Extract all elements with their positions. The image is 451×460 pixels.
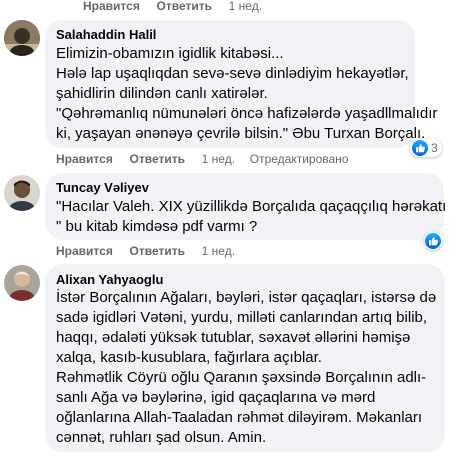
comment-text-line: Hələ lap uşaqlıqdan sevə-sevə dinlədiyim… <box>56 65 409 82</box>
comment-text-line: Rəhmətlik Cöyrü oğlu Qaranın şəxsində Bo… <box>56 369 427 386</box>
comment-author[interactable]: Salahaddin Halil <box>56 27 156 42</box>
reply-link[interactable]: Ответить <box>157 0 212 13</box>
reaction-number: 3 <box>431 141 438 155</box>
comment-text-line: " bu kitab kimdəsə pdf varmı ? <box>56 218 258 235</box>
timestamp[interactable]: 1 нед. <box>229 0 262 13</box>
avatar[interactable] <box>4 265 40 301</box>
comment-text-line: "Hacılar Valeh. XIX yüzillikdə Borçalıda… <box>56 198 447 215</box>
avatar[interactable] <box>4 175 40 211</box>
like-reaction-icon <box>425 233 441 249</box>
top-comment-actions: Нравится Ответить 1 нед. <box>83 0 262 13</box>
reply-link[interactable]: Ответить <box>130 152 185 166</box>
comment-text-line: haqqı, ədaləti yüksək tutublar, səxavət … <box>56 329 411 346</box>
comment-text-line: Elimizin-obamızın igidlik kitabəsi... <box>56 45 284 62</box>
like-link[interactable]: Нравится <box>56 152 113 166</box>
comment-text-line: cənnət, ruhları şad olsun. Amin. <box>56 429 267 446</box>
comment-text-line: "Qəhrəmanlıq nümunələri öncə hafizələrdə… <box>56 105 438 122</box>
comment-author[interactable]: Tuncay Vəliyev <box>56 180 149 195</box>
like-link[interactable]: Нравится <box>83 0 140 13</box>
avatar-photo <box>4 175 40 211</box>
avatar-photo <box>4 20 40 56</box>
like-reaction-icon <box>412 140 428 156</box>
comment-text-line: şahidlirin dilindən canlı xatirələr. <box>56 85 268 102</box>
comment-author[interactable]: Alixan Yahyaoglu <box>56 272 163 287</box>
timestamp[interactable]: 1 нед. <box>202 244 235 258</box>
comment-text-line: sanlı Ağa və bəylərinə, igid qaçaqlarına… <box>56 389 376 406</box>
reaction-count[interactable] <box>424 232 442 250</box>
avatar-photo <box>4 265 40 301</box>
comment-text-line: xalqa, kasıb-kusublara, fağırlara açıbla… <box>56 349 322 366</box>
edited-label[interactable]: Отредактировано <box>250 152 349 166</box>
reply-link[interactable]: Ответить <box>130 244 185 258</box>
like-link[interactable]: Нравится <box>56 244 113 258</box>
reaction-count[interactable]: 3 <box>410 139 442 157</box>
comment-text-line: İstər Borçalının Ağaları, bəyləri, istər… <box>56 289 437 306</box>
avatar[interactable] <box>4 20 40 56</box>
comment-text-line: sadə igidləri Vətəni, yurdu, milləti can… <box>56 309 428 326</box>
comment-text-line: ki, yaşayan ənənəyə çevrilə bilsin." Əbu… <box>56 125 426 142</box>
comment-actions: Нравится Ответить 1 нед. Отредактировано <box>56 152 348 166</box>
comment-text-line: oğlanlarına Allah-Taaladan rəhmət diləyi… <box>56 409 423 426</box>
timestamp[interactable]: 1 нед. <box>202 152 235 166</box>
comment-actions: Нравится Ответить 1 нед. <box>56 244 235 258</box>
